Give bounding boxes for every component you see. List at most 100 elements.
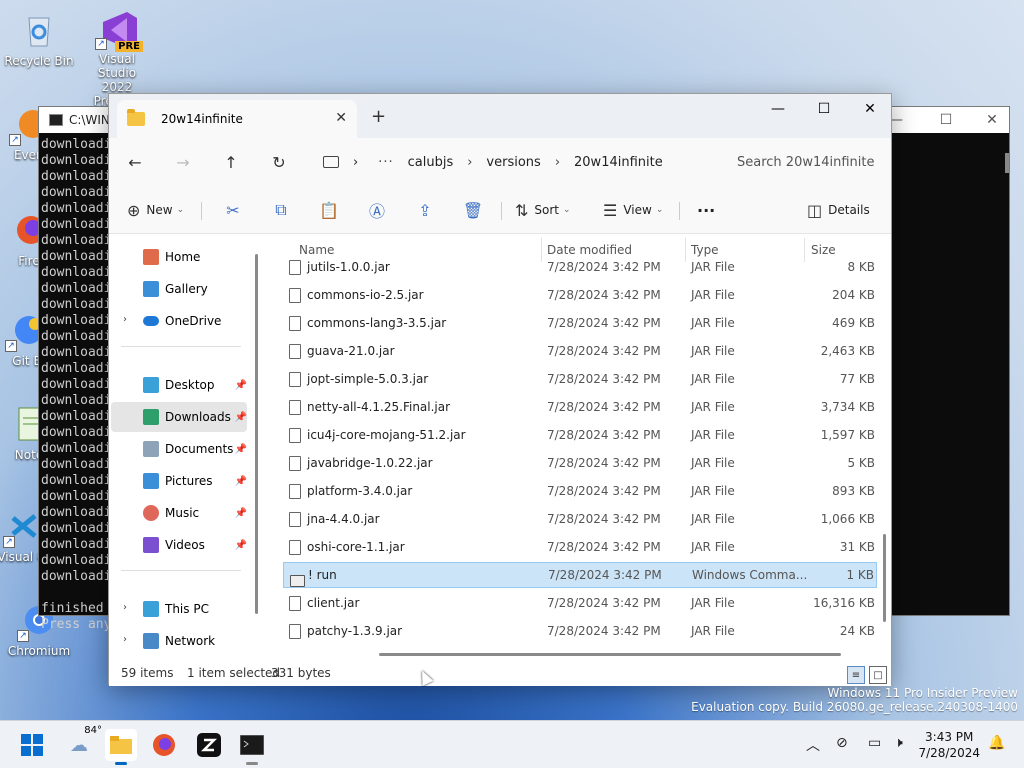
pin-icon[interactable]: 📌 xyxy=(235,380,247,391)
file-size: 3,734 KB xyxy=(820,400,875,414)
more-options-button[interactable]: ··· xyxy=(697,198,715,222)
toolbar-divider xyxy=(201,202,202,220)
horizontal-scrollbar[interactable] xyxy=(379,653,841,656)
view-icon: ☰ xyxy=(603,200,618,220)
details-button[interactable]: ◫ Details xyxy=(807,198,870,222)
breadcrumb-item-current[interactable]: 20w14infinite xyxy=(574,155,663,170)
chevron-right-icon[interactable]: › xyxy=(123,634,127,645)
minimize-button[interactable]: — xyxy=(755,94,801,124)
recycle-bin-icon xyxy=(19,10,59,50)
pin-icon[interactable]: 📌 xyxy=(235,540,247,551)
breadcrumb-overflow[interactable]: ··· xyxy=(378,155,393,170)
nav-item-network[interactable]: › Network xyxy=(111,626,247,656)
start-button[interactable] xyxy=(16,729,48,761)
clock[interactable]: 3:43 PM 7/28/2024 xyxy=(918,729,980,761)
file-explorer-window[interactable]: 20w14infinite ✕ + — ☐ ✕ ← → ↑ ↻ › ··· ca… xyxy=(108,93,892,686)
console-scrollbar[interactable] xyxy=(1005,153,1009,173)
table-row[interactable]: icu4j-core-mojang-51.2.jar 7/28/2024 3:42… xyxy=(283,422,877,448)
copy-icon[interactable]: ⧉ xyxy=(267,198,295,222)
forward-button[interactable]: → xyxy=(171,150,195,174)
file-list-scrollbar[interactable] xyxy=(883,534,886,622)
nav-scrollbar[interactable] xyxy=(255,254,258,614)
display-icon[interactable]: ▭ xyxy=(868,735,881,751)
nav-item-desktop[interactable]: Desktop 📌 xyxy=(111,370,247,400)
console-close-button[interactable]: ✕ xyxy=(969,107,1015,133)
tab-20w14infinite[interactable]: 20w14infinite ✕ xyxy=(117,100,357,138)
nav-label: Gallery xyxy=(165,282,208,296)
paste-icon[interactable]: 📋 xyxy=(315,198,343,222)
home-icon xyxy=(143,249,159,265)
file-name: oshi-core-1.1.jar xyxy=(307,540,405,554)
breadcrumb-item-calubjs[interactable]: calubjs xyxy=(408,155,454,170)
table-row[interactable]: commons-lang3-3.5.jar 7/28/2024 3:42 PM JA… xyxy=(283,310,877,336)
table-row[interactable]: commons-io-2.5.jar 7/28/2024 3:42 PM JAR F… xyxy=(283,282,877,308)
refresh-button[interactable]: ↻ xyxy=(267,150,291,174)
tab-bar: 20w14infinite ✕ + — ☐ ✕ xyxy=(109,94,891,138)
nav-item-downloads[interactable]: Downloads 📌 xyxy=(111,402,247,432)
file-date: 7/28/2024 3:42 PM xyxy=(547,540,661,554)
nav-item-this-pc[interactable]: › This PC xyxy=(111,594,247,624)
table-row[interactable]: patchy-1.3.9.jar 7/28/2024 3:42 PM JAR Fil… xyxy=(283,618,877,644)
pin-icon[interactable]: 📌 xyxy=(235,444,247,455)
table-row[interactable]: oshi-core-1.1.jar 7/28/2024 3:42 PM JAR Fi… xyxy=(283,534,877,560)
table-row[interactable]: guava-21.0.jar 7/28/2024 3:42 PM JAR File 2… xyxy=(283,338,877,364)
up-button[interactable]: ↑ xyxy=(219,150,243,174)
table-row[interactable]: platform-3.4.0.jar 7/28/2024 3:42 PM JAR F… xyxy=(283,478,877,504)
table-row[interactable]: jna-4.4.0.jar 7/28/2024 3:42 PM JAR File 1,… xyxy=(283,506,877,532)
file-date: 7/28/2024 3:42 PM xyxy=(547,260,661,274)
nav-item-pictures[interactable]: Pictures 📌 xyxy=(111,466,247,496)
file-size: 2,463 KB xyxy=(820,344,875,358)
delete-icon[interactable]: 🗑 xyxy=(459,198,487,222)
back-button[interactable]: ← xyxy=(123,150,147,174)
nav-item-onedrive[interactable]: › OneDrive xyxy=(111,306,247,336)
maximize-button[interactable]: ☐ xyxy=(801,94,847,124)
console-maximize-button[interactable]: ☐ xyxy=(923,107,969,133)
weather-widget[interactable]: ☁ 84° xyxy=(62,725,102,761)
taskbar-file-explorer[interactable] xyxy=(105,729,137,765)
pin-icon[interactable]: 📌 xyxy=(235,476,247,487)
pin-icon[interactable]: 📌 xyxy=(235,508,247,519)
chevron-right-icon[interactable]: › xyxy=(123,602,127,613)
details-view-toggle[interactable]: ≡ xyxy=(847,666,865,684)
nav-item-home[interactable]: Home xyxy=(111,242,247,272)
table-row[interactable]: ! run 7/28/2024 3:42 PM Windows Comma... 1 … xyxy=(283,562,877,588)
table-row[interactable]: javabridge-1.0.22.jar 7/28/2024 3:42 PM JA… xyxy=(283,450,877,476)
new-tab-button[interactable]: + xyxy=(371,106,386,127)
share-icon[interactable]: ⇪ xyxy=(411,198,439,222)
network-icon xyxy=(143,633,159,649)
table-row[interactable]: netty-all-4.1.25.Final.jar 7/28/2024 3:42… xyxy=(283,394,877,420)
pictures-icon xyxy=(143,473,159,489)
breadcrumb[interactable]: › ··· calubjs › versions › 20w14infinite xyxy=(315,144,719,180)
console-title: C:\WIN xyxy=(69,113,110,127)
nav-item-music[interactable]: Music 📌 xyxy=(111,498,247,528)
volume-icon[interactable]: 🕨 xyxy=(894,735,903,751)
nav-item-documents[interactable]: Documents 📌 xyxy=(111,434,247,464)
new-button[interactable]: ⊕ New ⌄ xyxy=(127,198,184,222)
chevron-up-icon[interactable]: ︿ xyxy=(806,735,820,755)
nav-item-gallery[interactable]: Gallery xyxy=(111,274,247,304)
new-label: New xyxy=(146,203,173,217)
desktop-icon-recycle-bin[interactable]: Recycle Bin xyxy=(4,10,74,68)
search-input[interactable]: Search 20w14infinite xyxy=(725,144,885,180)
file-size: 1,066 KB xyxy=(820,512,875,526)
close-button[interactable]: ✕ xyxy=(847,94,893,124)
taskbar-z-app[interactable] xyxy=(193,729,225,761)
pin-icon[interactable]: 📌 xyxy=(235,412,247,423)
network-off-icon[interactable]: ⊘ xyxy=(836,735,848,751)
sort-button[interactable]: ⇅ Sort ⌄ xyxy=(515,198,571,222)
file-icon xyxy=(289,399,301,415)
view-button[interactable]: ☰ View ⌄ xyxy=(603,198,663,222)
cut-icon[interactable]: ✂ xyxy=(219,198,247,222)
chevron-right-icon[interactable]: › xyxy=(123,314,127,325)
table-row[interactable]: jopt-simple-5.0.3.jar 7/28/2024 3:42 PM JA… xyxy=(283,366,877,392)
rename-icon[interactable]: Ⓐ xyxy=(363,198,391,222)
taskbar-terminal[interactable] xyxy=(236,729,268,765)
nav-item-videos[interactable]: Videos 📌 xyxy=(111,530,247,560)
tab-close-icon[interactable]: ✕ xyxy=(335,110,347,126)
table-row[interactable]: client.jar 7/28/2024 3:42 PM JAR File 16,31… xyxy=(283,590,877,616)
breadcrumb-item-versions[interactable]: versions xyxy=(486,155,540,170)
table-row[interactable]: jutils-1.0.0.jar 7/28/2024 3:42 PM JAR Fil… xyxy=(283,254,877,280)
taskbar-firefox[interactable] xyxy=(148,729,180,761)
notification-bell-icon[interactable]: 🔔 xyxy=(988,735,1005,751)
tiles-view-toggle[interactable]: □ xyxy=(869,666,887,684)
